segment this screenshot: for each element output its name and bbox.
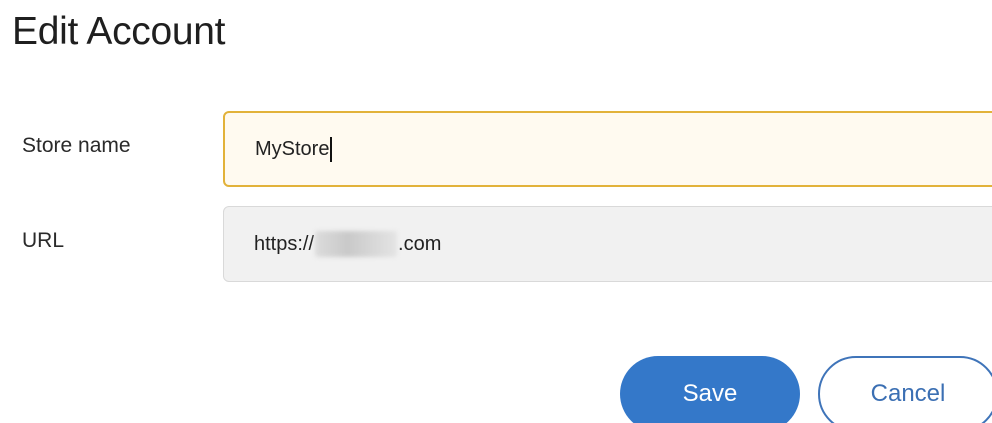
save-button[interactable]: Save [620,356,800,423]
url-field: https:// .com [223,206,992,282]
page-title: Edit Account [12,10,226,53]
store-name-input[interactable]: MyStore [223,111,992,187]
text-caret [330,136,333,162]
url-label: URL [22,229,65,252]
store-name-value: MyStore [255,137,330,160]
redacted-domain [315,231,398,257]
edit-account-page: Edit Account Store name MyStore URL http… [0,0,992,423]
url-suffix: .com [398,232,442,255]
store-name-label: Store name [22,134,131,157]
url-prefix: https:// [254,232,315,255]
cancel-button[interactable]: Cancel [818,356,992,423]
